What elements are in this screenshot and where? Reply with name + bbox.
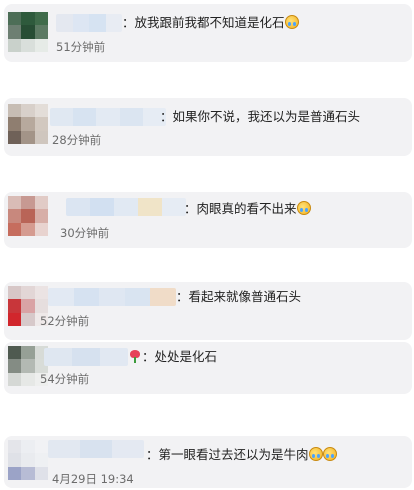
laugh-cry-emoji: [284, 15, 299, 29]
comment-list: ：放我跟前我都不知道是化石 51分钟前 ：如果你不说，我还以为是普通石头 28分…: [0, 0, 414, 490]
comment-text: ：第一眼看过去还以为是牛肉: [146, 446, 337, 464]
comment-time: 30分钟前: [60, 226, 110, 240]
comment-card: ：肉眼真的看不出来 30分钟前: [4, 192, 412, 248]
comment-time: 54分钟前: [40, 372, 90, 386]
comment-card: ：放我跟前我都不知道是化石 51分钟前: [4, 4, 412, 62]
avatar[interactable]: [8, 440, 48, 480]
laugh-cry-emoji: [296, 201, 311, 215]
comment-text: ：如果你不说，我还以为是普通石头: [160, 109, 361, 124]
username-blurred[interactable]: [48, 288, 176, 306]
comment-card: ：处处是化石 54分钟前: [4, 342, 412, 394]
comment-time: 51分钟前: [56, 40, 106, 54]
comment-text: ：处处是化石: [128, 348, 217, 366]
comment-card: ：第一眼看过去还以为是牛肉 4月29日 19:34: [4, 436, 412, 488]
username-blurred[interactable]: [44, 348, 128, 366]
username-blurred[interactable]: [56, 14, 122, 32]
comment-card: ：如果你不说，我还以为是普通石头 28分钟前: [4, 98, 412, 156]
comment-text: ：肉眼真的看不出来: [184, 200, 311, 218]
username-blurred[interactable]: [48, 440, 144, 458]
username-blurred[interactable]: [66, 198, 186, 216]
comment-time: 52分钟前: [40, 314, 90, 328]
comment-text: ：看起来就像普通石头: [176, 289, 302, 304]
avatar[interactable]: [8, 12, 48, 52]
laugh-cry-emoji: [322, 447, 337, 461]
avatar[interactable]: [8, 104, 48, 144]
comment-card: ：看起来就像普通石头 52分钟前: [4, 282, 412, 340]
username-blurred[interactable]: [50, 108, 166, 126]
comment-text: ：放我跟前我都不知道是化石: [122, 14, 299, 32]
comment-time: 4月29日 19:34: [52, 472, 134, 486]
rose-icon: [128, 349, 142, 363]
laugh-cry-emoji: [308, 447, 323, 461]
avatar[interactable]: [8, 196, 48, 236]
comment-time: 28分钟前: [52, 133, 102, 147]
